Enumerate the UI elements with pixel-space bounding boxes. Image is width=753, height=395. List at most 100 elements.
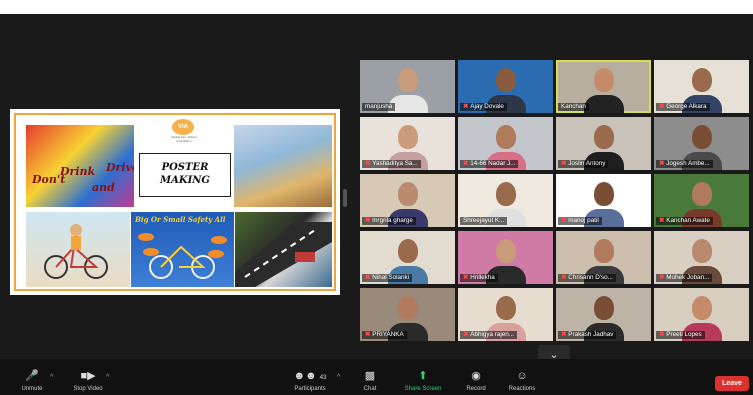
participant-name: manjusha xyxy=(362,103,396,111)
muted-mic-icon: ✖ xyxy=(659,103,665,110)
share-screen-button[interactable]: ⬆ Share Screen xyxy=(398,369,448,392)
participant-tile[interactable]: ✖ manoj patil xyxy=(556,174,651,227)
participant-tile[interactable]: ✖ Kanchan Awate xyxy=(654,174,749,227)
poster-cyclist xyxy=(26,212,130,287)
chat-button[interactable]: ▩ Chat xyxy=(355,369,385,392)
participant-name: ✖ Preeti Lopes xyxy=(656,331,705,339)
participant-name-text: Abhigya rajen... xyxy=(470,331,515,338)
stop-video-label: Stop Video xyxy=(73,386,103,392)
participant-name: ✖ Prakash Jadhav xyxy=(558,331,617,339)
poster-word: Drink xyxy=(60,165,96,178)
participant-face xyxy=(691,68,712,92)
leave-button[interactable]: Leave xyxy=(715,376,749,391)
participant-name-text: George Alkara xyxy=(666,103,707,110)
record-button[interactable]: ◉ Record xyxy=(458,369,494,392)
chat-label: Chat xyxy=(363,386,377,392)
participant-face xyxy=(495,182,516,206)
participant-tile[interactable]: ✖ George Alkara xyxy=(654,60,749,113)
participant-tile[interactable]: ✖ Nihal Solanki xyxy=(360,231,455,284)
participant-tile[interactable]: ✖ Abhigya rajen... xyxy=(458,288,553,341)
participant-name: ✖ manoj patil xyxy=(558,217,602,225)
poster-traffic-scene xyxy=(234,125,332,207)
participant-name: ✖ Kanchan Awate xyxy=(656,217,713,225)
microphone-muted-icon: 🎤 xyxy=(25,370,39,382)
participant-face xyxy=(397,182,418,206)
meeting-toolbar: 🎤 Unmute ^ ■▶ Stop Video ^ ☻☻ 43 Partici… xyxy=(0,359,753,395)
share-screen-label: Share Screen xyxy=(404,386,442,392)
participant-tile[interactable]: ✖ Hrillekha xyxy=(458,231,553,284)
participant-face xyxy=(593,296,614,320)
participant-tile[interactable]: ✖ Preeti Lopes xyxy=(654,288,749,341)
participant-name-text: Jogesh Ambe... xyxy=(666,160,710,167)
people-icon: ☻☻ 43 xyxy=(293,370,327,382)
participant-tile[interactable]: ✖ 14-66 Nadar J... xyxy=(458,117,553,170)
participant-name: ✖ Abhigya rajen... xyxy=(460,331,518,339)
smiley-icon: ☺ xyxy=(516,370,528,382)
participant-face xyxy=(495,239,516,263)
participant-name: ✖ PRIYANKA xyxy=(362,331,407,339)
muted-mic-icon: ✖ xyxy=(365,160,371,167)
participant-face xyxy=(397,239,418,263)
muted-mic-icon: ✖ xyxy=(659,331,665,338)
chat-bubble-icon: ▩ xyxy=(364,370,376,382)
participant-name-text: manjusha xyxy=(365,103,393,110)
participant-tile[interactable]: ✖ Chrisann D'so... xyxy=(556,231,651,284)
participant-name-text: Hrillekha xyxy=(470,274,495,281)
participant-face xyxy=(691,182,712,206)
participant-face xyxy=(495,125,516,149)
meeting-stage: Don't Drink and Drive VIA Global Sec. Sc… xyxy=(0,14,753,365)
poster-safety-all: Big Or Small Safety All xyxy=(131,212,234,287)
participant-name: ✖ 14-66 Nadar J... xyxy=(460,160,519,168)
poster-drink-drive: Don't Drink and Drive xyxy=(26,125,134,207)
record-dot-icon: ◉ xyxy=(471,370,481,382)
participant-tile[interactable]: Kanchan xyxy=(556,60,651,113)
participant-tile[interactable]: manjusha xyxy=(360,60,455,113)
participant-name: ✖ Jogesh Ambe... xyxy=(656,160,713,168)
logo-subtitle: Global Sec. School Foundation xyxy=(171,135,197,143)
muted-mic-icon: ✖ xyxy=(561,160,567,167)
participant-face xyxy=(397,296,418,320)
cyclist-drawing xyxy=(44,224,108,279)
unmute-button[interactable]: 🎤 Unmute xyxy=(14,369,50,392)
muted-mic-icon: ✖ xyxy=(561,274,567,281)
stop-video-button[interactable]: ■▶ Stop Video xyxy=(66,369,110,392)
muted-mic-icon: ✖ xyxy=(463,331,469,338)
share-arrow-icon: ⬆ xyxy=(418,370,428,382)
audio-options-arrow[interactable]: ^ xyxy=(50,374,53,381)
participant-tile[interactable]: Shreejayut K... xyxy=(458,174,553,227)
participant-name-text: manoj patil xyxy=(568,217,599,224)
participant-tile[interactable]: ✖ Mohek Joban... xyxy=(654,231,749,284)
participant-tile[interactable]: ✖ Yashaditya Sa... xyxy=(360,117,455,170)
participant-name: ✖ Joslin Antony xyxy=(558,160,609,168)
poster-safety-text: Big Or Small Safety All xyxy=(135,215,226,224)
unmute-label: Unmute xyxy=(21,386,43,392)
reactions-label: Reactions xyxy=(508,386,536,392)
resize-handle[interactable] xyxy=(343,189,347,207)
participant-face xyxy=(691,239,712,263)
participant-tile[interactable]: ✖ PRIYANKA xyxy=(360,288,455,341)
participant-name: ✖ George Alkara xyxy=(656,103,710,111)
participants-count: 43 xyxy=(319,375,327,381)
reactions-button[interactable]: ☺ Reactions xyxy=(500,369,544,392)
participant-name: ✖ Ajay Dovale xyxy=(460,103,507,111)
poster-title-box: POSTER MAKING xyxy=(139,153,231,197)
participant-name-text: Yashaditya Sa... xyxy=(372,160,418,167)
participant-name: ✖ mrgrila gharge xyxy=(362,217,416,225)
muted-mic-icon: ✖ xyxy=(365,274,371,281)
participant-name-text: Kanchan Awate xyxy=(666,217,710,224)
participant-name: ✖ Chrisann D'so... xyxy=(558,274,616,282)
participants-button[interactable]: ☻☻ 43 Participants xyxy=(285,369,335,392)
poster-road xyxy=(235,212,332,287)
participants-label: Participants xyxy=(294,386,326,392)
video-camera-icon: ■▶ xyxy=(80,370,96,382)
video-options-arrow[interactable]: ^ xyxy=(106,374,109,381)
participants-options-arrow[interactable]: ^ xyxy=(337,374,340,381)
participant-tile[interactable]: ✖ Joslin Antony xyxy=(556,117,651,170)
participant-tile[interactable]: ✖ Jogesh Ambe... xyxy=(654,117,749,170)
participant-name: ✖ Nihal Solanki xyxy=(362,274,413,282)
shared-screen[interactable]: Don't Drink and Drive VIA Global Sec. Sc… xyxy=(10,109,340,295)
participant-tile[interactable]: ✖ Prakash Jadhav xyxy=(556,288,651,341)
muted-mic-icon: ✖ xyxy=(463,274,469,281)
participant-tile[interactable]: ✖ Ajay Dovale xyxy=(458,60,553,113)
participant-tile[interactable]: ✖ mrgrila gharge xyxy=(360,174,455,227)
